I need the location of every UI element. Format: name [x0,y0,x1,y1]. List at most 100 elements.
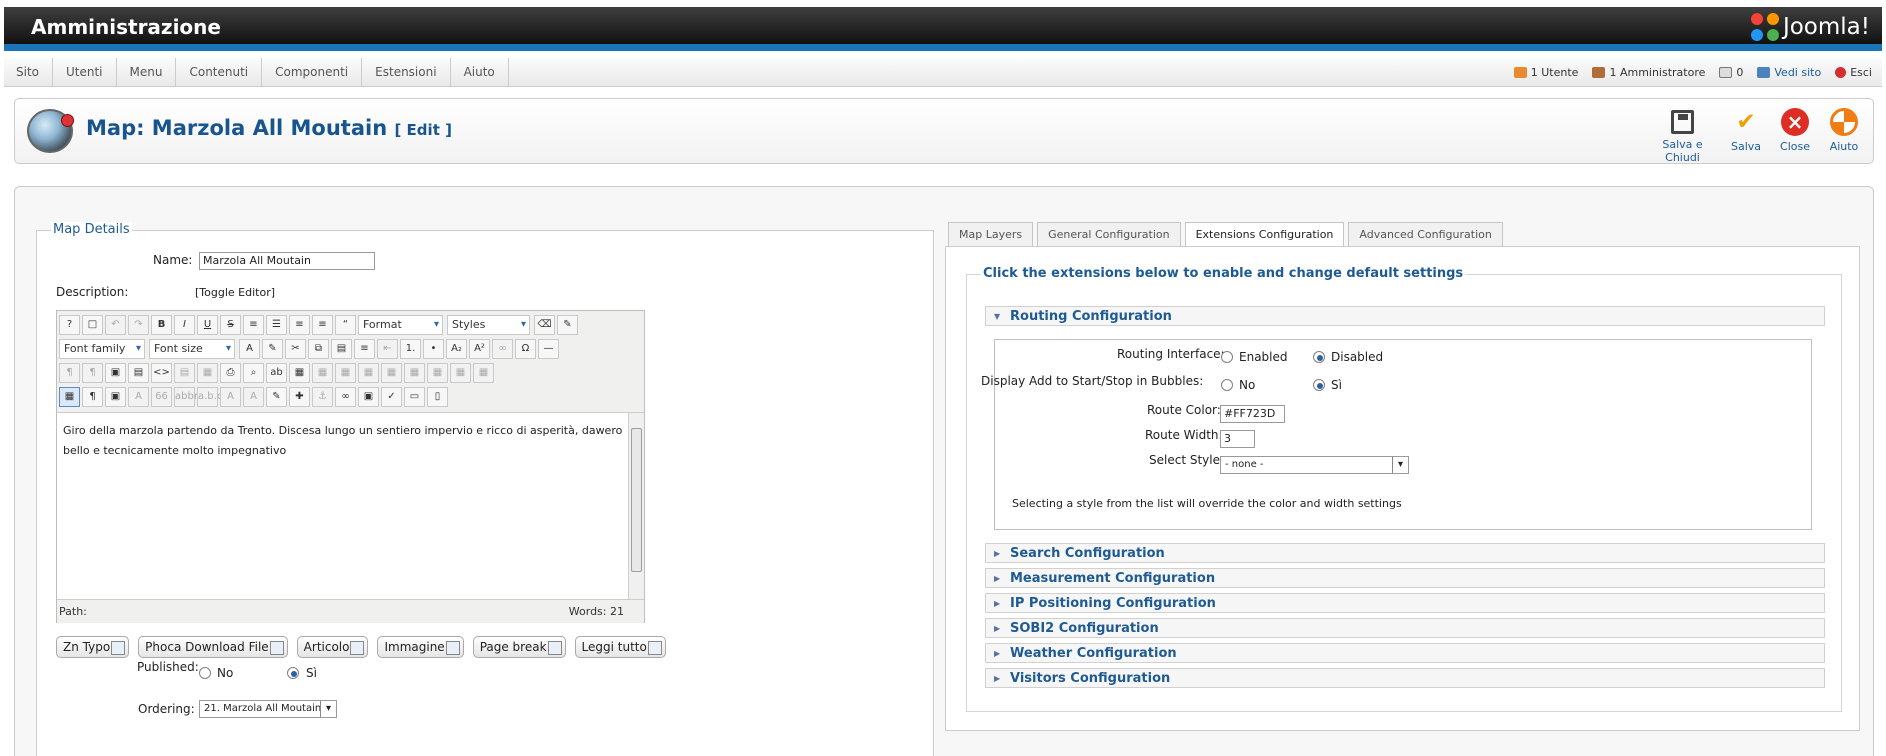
delete-text-icon[interactable]: A [220,387,241,407]
block-icon[interactable]: ▣ [358,387,379,407]
acronym-icon[interactable]: a.b.c [197,387,222,407]
routing-disabled-radio[interactable] [1313,351,1325,363]
insert-row-icon[interactable]: ▦ [358,363,379,383]
template-icon[interactable]: ▤ [128,363,149,383]
route-width-input[interactable]: 3 [1220,430,1255,448]
ordered-list-icon[interactable]: 1. [400,339,421,359]
eraser-icon[interactable]: ⌫ [534,315,555,335]
insert-text-icon[interactable]: A [243,387,264,407]
cell-props-icon[interactable]: ▦ [335,363,356,383]
align-left-icon[interactable]: ≡ [289,315,310,335]
bubbles-yes-radio[interactable] [1313,379,1325,391]
merge-cell-icon[interactable]: ▦ [473,363,494,383]
table-icon[interactable]: ▦ [289,363,310,383]
ordering-select[interactable]: 21. Marzola All Moutain [199,700,337,718]
visual-aid-icon[interactable]: ▦ [59,387,80,407]
scroll-thumb[interactable] [631,428,642,572]
routing-enabled-radio[interactable] [1221,351,1233,363]
print-icon[interactable]: ⎙ [220,363,241,383]
underline-icon[interactable]: U [197,315,218,335]
tab-map-layers[interactable]: Map Layers [948,222,1034,246]
replace-icon[interactable]: ab [266,363,287,383]
anchor-icon[interactable]: ⚓ [312,387,333,407]
align-right-icon[interactable]: ≡ [312,315,333,335]
menu-item-aiuto[interactable]: Aiuto [451,58,509,86]
strikethrough-icon[interactable]: S [220,315,241,335]
cut-icon[interactable]: ✂ [285,339,306,359]
status-messages[interactable]: 0 [1719,66,1743,79]
phoca-download-button[interactable]: Phoca Download File [138,636,288,658]
delete-col-icon[interactable]: ▦ [427,363,448,383]
abbreviation-icon[interactable]: abbr [174,387,198,407]
delete-row-icon[interactable]: ▦ [381,363,402,383]
menu-item-contenuti[interactable]: Contenuti [176,58,263,86]
select-style-dropdown[interactable]: - none - [1220,456,1409,474]
help-icon[interactable]: ? [59,315,80,335]
spell-check-icon[interactable]: ✓ [381,387,402,407]
view-site-link[interactable]: Vedi sito [1757,66,1821,79]
published-no-radio[interactable] [199,667,211,679]
format-select[interactable]: Format [358,315,443,335]
save-close-button[interactable]: Salva e Chiudi [1644,108,1721,164]
media-icon[interactable]: ▣ [105,363,126,383]
bold-icon[interactable]: B [151,315,172,335]
unordered-list-icon[interactable]: • [423,339,444,359]
menu-item-estensioni[interactable]: Estensioni [362,58,451,86]
close-button[interactable]: × Close [1771,108,1819,158]
help-button[interactable]: Aiuto [1820,108,1868,158]
image-icon[interactable]: ▣ [105,387,126,407]
preview-icon[interactable]: ▯ [427,387,448,407]
zn-typo-button[interactable]: Zn Typo [56,636,130,658]
italic-icon[interactable]: I [174,315,195,335]
status-users[interactable]: 1 Utente [1513,66,1578,79]
horizontal-rule-icon[interactable]: — [538,339,559,359]
fullscreen-icon[interactable]: ▭ [404,387,425,407]
visual-chars-icon[interactable]: ¶ [82,363,103,383]
plugin-icon[interactable]: ✚ [289,387,310,407]
editor-content[interactable]: Giro della marzola partendo da Trento. D… [57,413,631,599]
page-break-button[interactable]: Page break [472,636,566,658]
tab-advanced-configuration[interactable]: Advanced Configuration [1348,222,1503,246]
save-button[interactable]: ✔ Salva [1722,108,1770,158]
attributes-icon[interactable]: ✎ [266,387,287,407]
toggle-editor-link[interactable]: [Toggle Editor] [195,286,275,299]
align-icon[interactable]: ≡ [354,339,375,359]
search-configuration-header[interactable]: Search Configuration [985,543,1825,563]
spellcheck-icon[interactable]: A [128,387,149,407]
undo-icon[interactable]: ↶ [105,315,126,335]
menu-item-utenti[interactable]: Utenti [53,58,117,86]
row-props-icon[interactable]: ▦ [312,363,333,383]
link-icon[interactable]: ∞ [492,339,513,359]
paste-icon[interactable]: ▤ [331,339,352,359]
highlight-icon[interactable]: ✎ [262,339,283,359]
weather-configuration-header[interactable]: Weather Configuration [985,643,1825,663]
split-cell-icon[interactable]: ▦ [450,363,471,383]
new-document-icon[interactable]: □ [82,315,103,335]
blockquote-icon[interactable]: “ [335,315,356,335]
read-more-button[interactable]: Leggi tutto [574,636,666,658]
logout-link[interactable]: Esci [1835,66,1872,79]
find-icon[interactable]: ⌕ [243,363,264,383]
outdent-icon[interactable]: ⇤ [377,339,398,359]
menu-item-componenti[interactable]: Componenti [262,58,363,86]
source-code-icon[interactable]: <> [151,363,172,383]
tab-extensions-configuration[interactable]: Extensions Configuration [1184,222,1345,247]
tab-general-configuration[interactable]: General Configuration [1037,222,1181,246]
text-color-icon[interactable]: A [239,339,260,359]
route-color-input[interactable]: #FF723D [1220,405,1285,423]
routing-configuration-header[interactable]: Routing Configuration [985,306,1825,326]
justify-full-icon[interactable]: ≡ [243,315,264,335]
omega-icon[interactable]: Ω [515,339,536,359]
ip-positioning-configuration-header[interactable]: IP Positioning Configuration [985,593,1825,613]
menu-item-sito[interactable]: Sito [4,58,53,86]
cleanup-icon[interactable]: ✎ [557,315,578,335]
copy-icon[interactable]: ⧉ [308,339,329,359]
visitors-configuration-header[interactable]: Visitors Configuration [985,668,1825,688]
font-family-select[interactable]: Font family [59,339,145,359]
menu-item-menu[interactable]: Menu [117,58,177,86]
article-button[interactable]: Articolo [296,636,369,658]
subscript-icon[interactable]: A₂ [446,339,467,359]
name-input[interactable]: Marzola All Moutain [199,252,375,270]
citation-icon[interactable]: 66 [151,387,172,407]
image-button[interactable]: Immagine [377,636,464,658]
